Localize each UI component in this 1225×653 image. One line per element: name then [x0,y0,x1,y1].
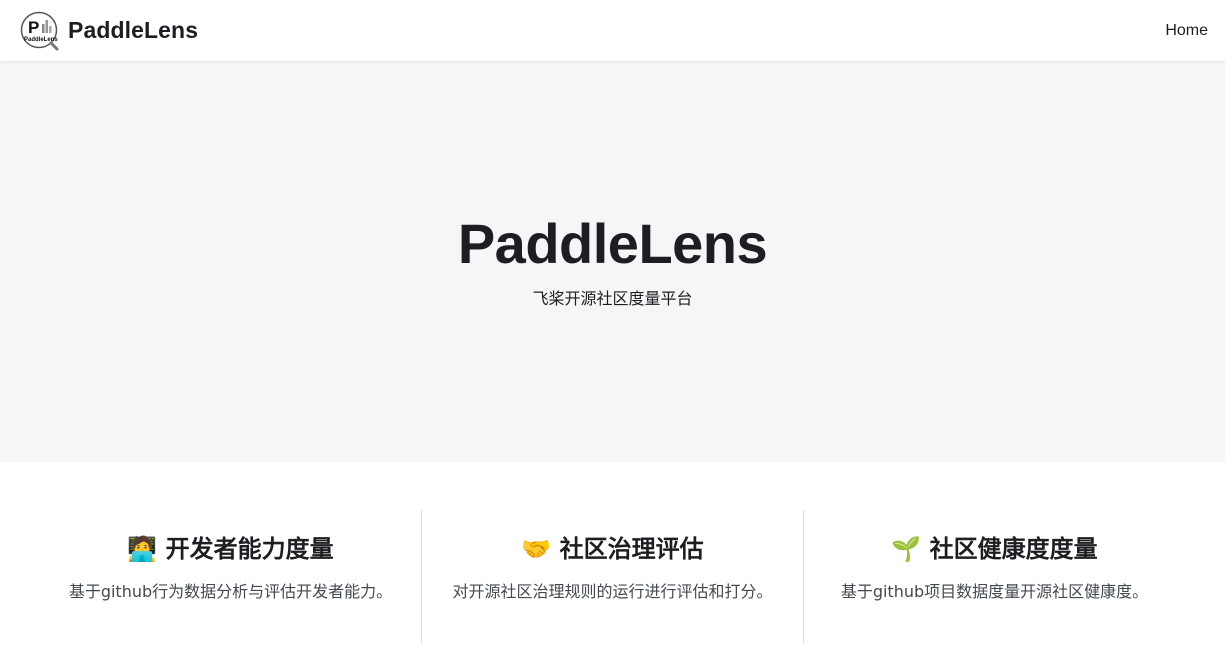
seedling-emoji-icon: 🌱 [891,535,922,563]
feature-title-text: 开发者能力度量 [165,535,334,563]
feature-description: 基于github项目数据度量开源社区健康度。 [840,582,1149,601]
feature-description: 基于github行为数据分析与评估开发者能力。 [68,582,393,601]
feature-description: 对开源社区治理规则的运行进行评估和打分。 [452,582,773,601]
feature-title: 🤝 社区治理评估 [422,534,803,564]
top-navbar: P PaddleLens PaddleLens Home [0,0,1225,61]
features-section: 🧑‍💻 开发者能力度量 基于github行为数据分析与评估开发者能力。 🤝 社区… [0,462,1225,653]
paddlelens-logo-icon: P PaddleLens [20,11,59,50]
svg-text:P: P [28,18,39,37]
developer-emoji-icon: 🧑‍💻 [127,535,158,563]
feature-title: 🧑‍💻 开发者能力度量 [40,534,421,564]
feature-title: 🌱 社区健康度度量 [804,534,1185,564]
handshake-emoji-icon: 🤝 [521,535,552,563]
feature-title-text: 社区治理评估 [559,535,704,563]
feature-health: 🌱 社区健康度度量 基于github项目数据度量开源社区健康度。 [804,510,1185,643]
brand-home-link[interactable]: P PaddleLens PaddleLens [20,11,198,51]
hero-subtitle: 飞桨开源社区度量平台 [532,289,693,309]
nav-link-home[interactable]: Home [1165,22,1208,40]
svg-text:PaddleLens: PaddleLens [24,37,58,43]
brand-title: PaddleLens [68,17,199,43]
hero-title: PaddleLens [457,211,768,275]
hero-banner: PaddleLens 飞桨开源社区度量平台 [0,61,1225,462]
feature-title-text: 社区健康度度量 [929,535,1098,563]
feature-governance: 🤝 社区治理评估 对开源社区治理规则的运行进行评估和打分。 [422,510,804,643]
feature-developer: 🧑‍💻 开发者能力度量 基于github行为数据分析与评估开发者能力。 [40,510,422,643]
